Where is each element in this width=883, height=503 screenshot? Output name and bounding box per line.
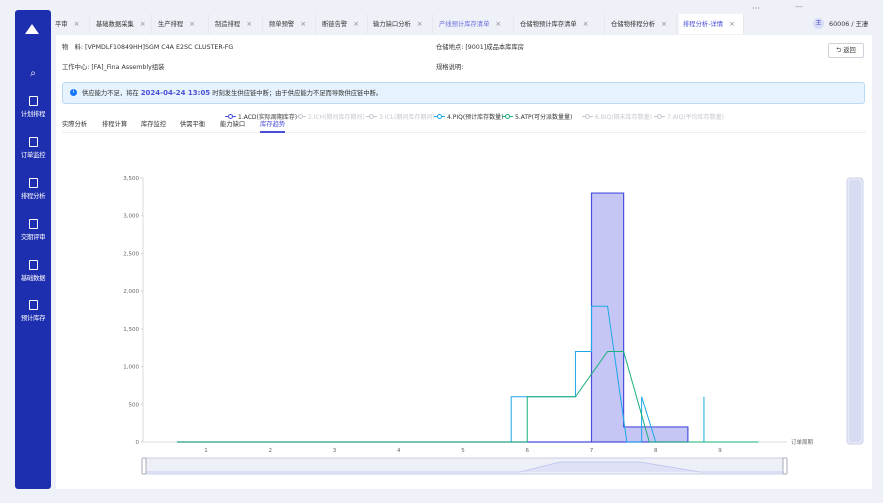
x-tick-label: 5 (461, 448, 465, 454)
x-axis-label: 订单周期 (791, 438, 814, 446)
series-piq-line (177, 305, 705, 443)
y-tick-label: 1,500 (123, 327, 139, 333)
y-tick-label: 3,000 (123, 214, 139, 220)
x-tick-label: 9 (718, 448, 722, 454)
x-tick-label: 8 (654, 448, 658, 454)
zoom-handle-right (782, 457, 788, 475)
x-tick-label: 1 (204, 448, 208, 454)
zoom-handle-left (141, 457, 147, 475)
y-tick-label: 3,500 (123, 176, 139, 182)
x-tick-label: 6 (526, 448, 530, 454)
x-tick-label: 2 (269, 448, 273, 454)
y-tick-label: 0 (136, 440, 140, 446)
y-tick-label: 500 (129, 402, 140, 408)
inventory-trend-chart: 0 500 1,000 1,500 2,000 2,500 3,000 3,500 1 2 3 4 5 6… (123, 176, 864, 475)
vertical-scroll-thumb (849, 180, 861, 442)
x-tick-label: 7 (590, 448, 594, 454)
x-tick-label: 3 (333, 448, 337, 454)
y-tick-label: 1,000 (123, 365, 139, 371)
y-tick-label: 2,500 (123, 251, 139, 257)
series-acd-area (177, 192, 689, 443)
x-tick-label: 4 (397, 448, 401, 454)
y-tick-label: 2,000 (123, 289, 139, 295)
